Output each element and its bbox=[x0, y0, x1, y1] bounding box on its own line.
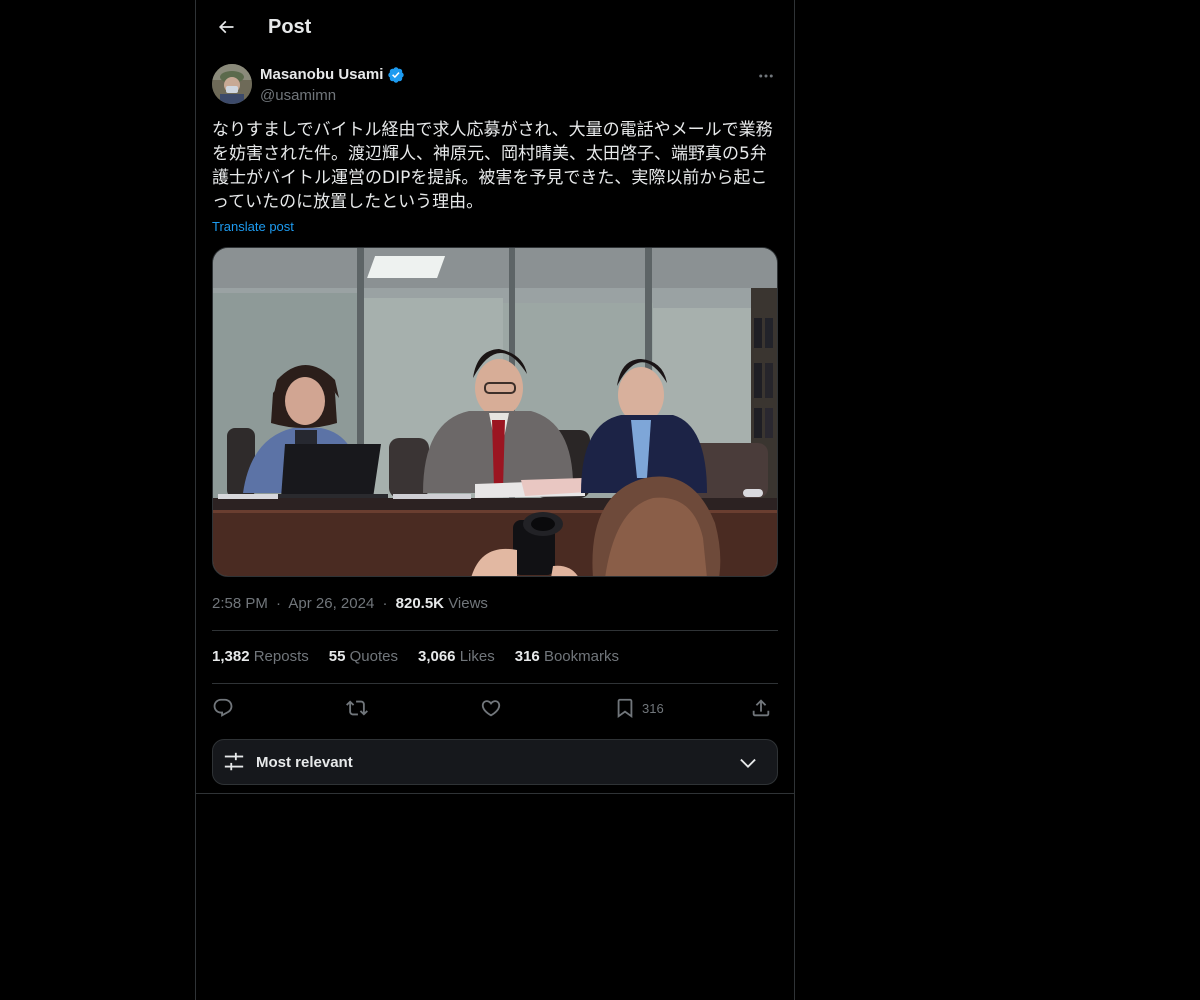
quotes-stat[interactable]: 55 Quotes bbox=[329, 647, 398, 667]
post-stats: 1,382 Reposts 55 Quotes 3,066 Likes 316 … bbox=[212, 647, 639, 667]
avatar-image bbox=[212, 64, 252, 104]
reply-icon bbox=[213, 698, 233, 717]
quotes-label: Quotes bbox=[349, 648, 398, 665]
likes-stat[interactable]: 3,066 Likes bbox=[418, 647, 495, 667]
bookmark-icon bbox=[617, 698, 633, 719]
post-column: Post Masanobu Usami @usamimn なりすましでバイトル経… bbox=[195, 0, 795, 1000]
page-title: Post bbox=[268, 16, 312, 38]
back-button[interactable] bbox=[208, 9, 244, 45]
post-date[interactable]: Apr 26, 2024 bbox=[288, 595, 374, 612]
bookmarks-label: Bookmarks bbox=[543, 648, 619, 665]
divider bbox=[212, 630, 778, 631]
arrow-left-icon bbox=[218, 20, 234, 34]
more-options-button[interactable] bbox=[752, 62, 780, 90]
reply-button[interactable] bbox=[212, 690, 234, 726]
like-button[interactable] bbox=[480, 690, 502, 726]
author-handle[interactable]: @usamimn bbox=[260, 86, 336, 106]
views-count: 820.5K bbox=[395, 595, 445, 612]
post-actions-bar: 316 bbox=[212, 690, 778, 726]
post-text: なりすましでバイトル経由で求人応募がされ、大量の電話やメールで業務 を妨害された… bbox=[212, 120, 773, 212]
more-dots-icon bbox=[759, 74, 773, 78]
sort-label: Most relevant bbox=[256, 754, 353, 771]
translate-post-link[interactable]: Translate post bbox=[212, 218, 294, 236]
verified-badge-icon bbox=[388, 67, 405, 83]
share-button[interactable] bbox=[750, 690, 772, 726]
bookmark-button[interactable]: 316 bbox=[614, 690, 664, 726]
repost-button[interactable] bbox=[346, 690, 368, 726]
section-divider bbox=[196, 793, 794, 794]
bookmark-count: 316 bbox=[642, 700, 664, 716]
author-name[interactable]: Masanobu Usami bbox=[260, 65, 405, 85]
post-time[interactable]: 2:58 PM bbox=[212, 595, 268, 612]
post-photo[interactable] bbox=[212, 247, 778, 577]
page-header: Post bbox=[196, 0, 794, 54]
reposts-label: Reposts bbox=[253, 648, 309, 665]
meta-separator: · bbox=[276, 595, 282, 612]
press-conference-photo bbox=[213, 248, 777, 576]
quotes-count: 55 bbox=[328, 648, 346, 665]
bookmarks-count: 316 bbox=[514, 648, 540, 665]
sort-replies-dropdown[interactable]: Most relevant bbox=[212, 739, 778, 785]
divider bbox=[212, 683, 778, 684]
author-name-text: Masanobu Usami bbox=[260, 66, 384, 83]
chevron-down-icon bbox=[740, 758, 756, 768]
bookmarks-stat[interactable]: 316 Bookmarks bbox=[515, 647, 619, 667]
views-label: Views bbox=[448, 595, 488, 612]
reposts-stat[interactable]: 1,382 Reposts bbox=[212, 647, 309, 667]
share-icon bbox=[752, 699, 770, 717]
likes-count: 3,066 bbox=[417, 648, 456, 665]
heart-icon bbox=[481, 700, 501, 717]
post-meta: 2:58 PM · Apr 26, 2024 · 820.5K Views bbox=[212, 594, 488, 614]
likes-label: Likes bbox=[459, 648, 495, 665]
repost-icon bbox=[346, 700, 368, 716]
meta-separator: · bbox=[382, 595, 388, 612]
avatar[interactable] bbox=[212, 64, 252, 104]
sliders-icon bbox=[224, 752, 244, 771]
reposts-count: 1,382 bbox=[212, 648, 250, 665]
